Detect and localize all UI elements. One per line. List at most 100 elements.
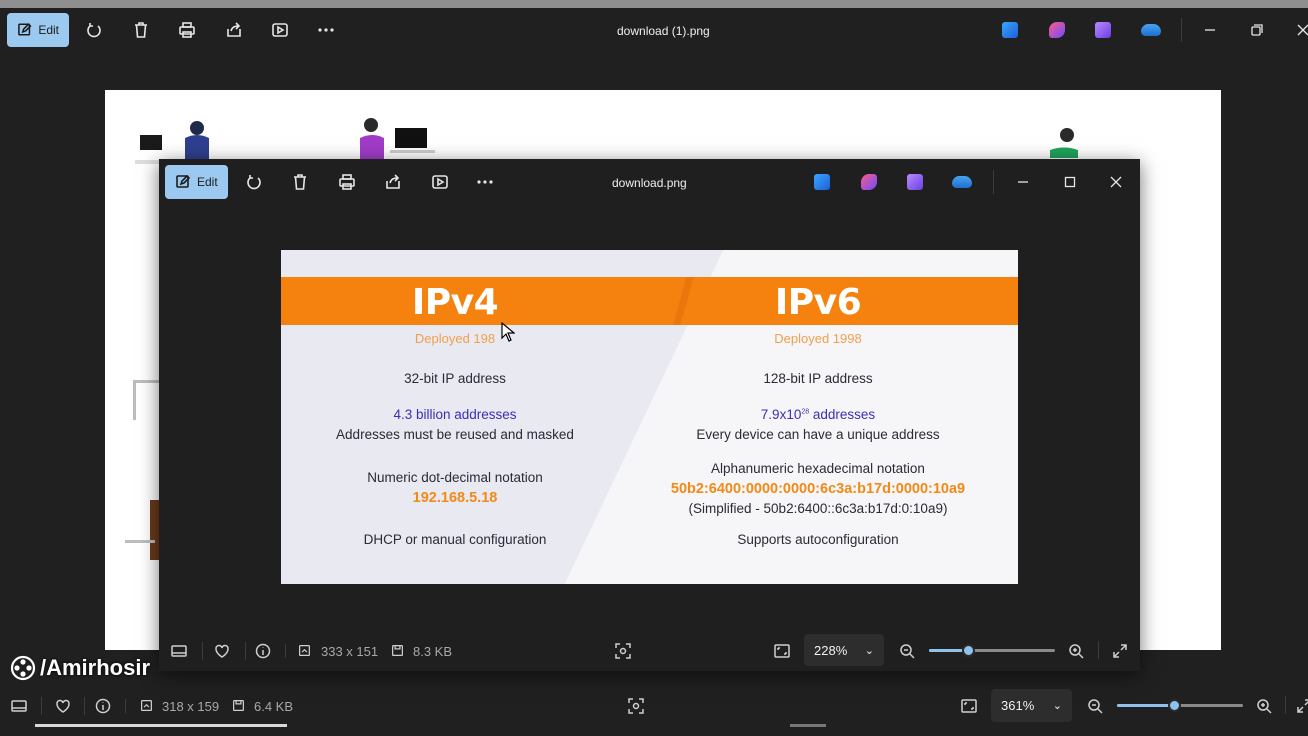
zoom-slider-fill	[1117, 704, 1174, 707]
zoom-in-icon	[1069, 644, 1084, 659]
inner-edit-button[interactable]: Edit	[165, 165, 228, 199]
info-icon	[255, 643, 271, 659]
zoom-dropdown[interactable]: 361% ⌄	[991, 689, 1072, 722]
close-button[interactable]	[1288, 15, 1308, 45]
onedrive-icon[interactable]	[1141, 24, 1161, 36]
ipv4-config: DHCP or manual configuration	[363, 532, 547, 547]
inner-edit-label: Edit	[197, 175, 218, 189]
inner-zoom-dropdown[interactable]: 228% ⌄	[804, 634, 884, 666]
ipv4-vs-ipv6-image: IPv4 Deployed 198 32-bit IP address 4.3 …	[281, 250, 1018, 584]
favorite-button[interactable]	[55, 698, 71, 717]
bottom-scroll-indicator-thumb	[790, 724, 826, 727]
inner-rotate-button[interactable]	[237, 165, 271, 199]
rotate-icon	[87, 23, 101, 38]
share-icon	[227, 22, 241, 37]
inner-zoom-in-button[interactable]	[1068, 643, 1084, 664]
ipv6-bits: 128-bit IP address	[763, 371, 873, 386]
expand-icon	[1297, 699, 1308, 713]
inner-minimize-button[interactable]	[1008, 167, 1038, 197]
inner-divider	[245, 642, 246, 660]
chevron-down-icon: ⌄	[1052, 700, 1062, 712]
inner-fullscreen-button[interactable]	[1112, 643, 1128, 664]
inner-onedrive-icon[interactable]	[952, 176, 972, 188]
minimize-icon	[1205, 29, 1215, 31]
inner-zoom-slider-knob[interactable]	[962, 644, 975, 657]
trash-icon	[135, 22, 147, 38]
filmstrip-button[interactable]	[11, 698, 27, 717]
inner-filesize: 8.3 KB	[413, 644, 453, 659]
inner-photo-editor-icon[interactable]	[814, 174, 830, 190]
inner-dimensions: 333 x 151	[321, 644, 379, 659]
info-icon	[95, 698, 111, 714]
inner-filesize-icon	[391, 644, 404, 660]
inner-share-button[interactable]	[376, 165, 410, 199]
inner-fit-button[interactable]	[774, 643, 790, 662]
clipchamp-icon[interactable]	[1095, 22, 1111, 38]
inner-visual-search-button[interactable]	[615, 643, 631, 662]
edit-icon	[18, 23, 32, 36]
expand-icon	[1113, 644, 1127, 658]
ipv4-notation: Numeric dot-decimal notation	[367, 470, 543, 485]
inner-delete-button[interactable]	[283, 165, 317, 199]
print-icon	[179, 22, 195, 38]
delete-button[interactable]	[124, 13, 158, 47]
inner-filmstrip-button[interactable]	[171, 643, 187, 662]
slideshow-icon	[272, 23, 288, 37]
inner-clipchamp-icon[interactable]	[907, 174, 923, 190]
zoom-slider-knob[interactable]	[1168, 699, 1181, 712]
slideshow-button[interactable]	[263, 13, 297, 47]
info-button[interactable]	[95, 698, 111, 717]
inner-info-button[interactable]	[255, 643, 271, 662]
inner-print-button[interactable]	[330, 165, 364, 199]
mouse-cursor-icon	[501, 322, 515, 342]
window-top-edge	[0, 0, 1308, 8]
zoom-slider[interactable]	[1117, 699, 1243, 712]
filesize-icon	[232, 699, 245, 715]
fit-button[interactable]	[961, 698, 977, 717]
ipv6-addresses-suffix: addresses	[809, 407, 876, 422]
share-icon	[386, 174, 400, 189]
inner-zoom-out-button[interactable]	[899, 643, 915, 664]
maximize-icon	[1064, 176, 1076, 188]
person-green-illustration	[1050, 128, 1078, 158]
close-icon	[1297, 24, 1308, 36]
zoom-in-button[interactable]	[1256, 698, 1272, 719]
restore-button[interactable]	[1242, 15, 1272, 45]
more-options-button[interactable]	[309, 13, 343, 47]
ipv6-simplified: (Simplified - 50b2:6400::6c3a:b17d:0:10a…	[688, 501, 948, 516]
visual-search-icon	[628, 698, 644, 714]
more-icon	[318, 28, 334, 32]
chevron-down-icon: ⌄	[864, 644, 874, 657]
ipv4-deployed: Deployed 198	[414, 331, 496, 346]
share-button[interactable]	[217, 13, 251, 47]
print-button[interactable]	[170, 13, 204, 47]
toolbar-divider	[1181, 18, 1182, 42]
inner-close-button[interactable]	[1101, 167, 1131, 197]
ipv4-example: 192.168.5.18	[412, 490, 498, 506]
inner-slideshow-button[interactable]	[423, 165, 457, 199]
visual-search-button[interactable]	[628, 698, 644, 717]
minimize-button[interactable]	[1195, 15, 1225, 45]
zoom-out-button[interactable]	[1087, 698, 1103, 719]
inner-designer-icon[interactable]	[861, 174, 877, 190]
inner-more-options-button[interactable]	[468, 165, 502, 199]
inner-favorite-button[interactable]	[214, 643, 230, 662]
designer-icon[interactable]	[1049, 22, 1065, 38]
edit-button[interactable]: Edit	[7, 13, 69, 47]
photo-editor-icon[interactable]	[1002, 22, 1018, 38]
ipv6-addresses: 7.9x1028 addresses	[648, 407, 988, 422]
ipv4-header: IPv4	[411, 282, 499, 323]
edit-icon	[176, 174, 191, 188]
inner-zoom-slider[interactable]	[929, 644, 1055, 657]
inner-divider	[285, 644, 286, 658]
status-divider	[41, 697, 42, 715]
bottom-scroll-indicator	[35, 724, 287, 727]
inner-maximize-button[interactable]	[1055, 167, 1085, 197]
fullscreen-button[interactable]	[1296, 698, 1308, 719]
rotate-button[interactable]	[77, 13, 111, 47]
edit-label: Edit	[38, 23, 59, 37]
heart-icon	[56, 699, 70, 713]
inner-divider	[1098, 641, 1099, 659]
dimensions-icon	[140, 699, 153, 715]
restore-icon	[1251, 24, 1263, 36]
